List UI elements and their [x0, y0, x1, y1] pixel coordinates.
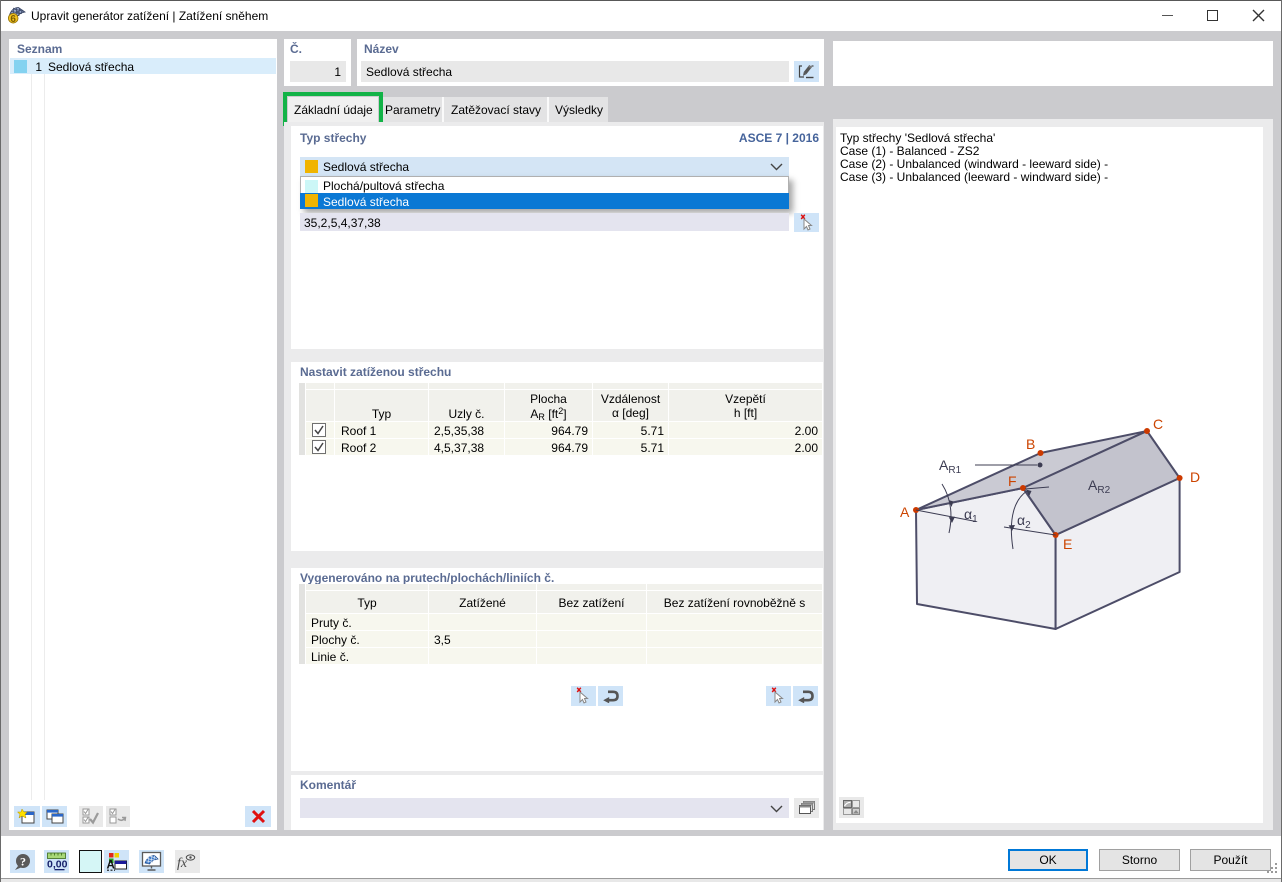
- svg-text:F: F: [1008, 473, 1017, 489]
- svg-text:C: C: [1153, 416, 1163, 432]
- svg-text:B: B: [1026, 436, 1035, 452]
- svg-text:6: 6: [10, 14, 16, 25]
- svg-text:A: A: [107, 860, 115, 872]
- svg-text:0,00: 0,00: [47, 859, 67, 871]
- svg-text:E: E: [1063, 536, 1072, 552]
- svg-text:?: ?: [20, 855, 26, 869]
- svg-text:AR1: AR1: [939, 457, 962, 476]
- svg-text:A: A: [900, 504, 910, 520]
- svg-text:D: D: [1190, 469, 1200, 485]
